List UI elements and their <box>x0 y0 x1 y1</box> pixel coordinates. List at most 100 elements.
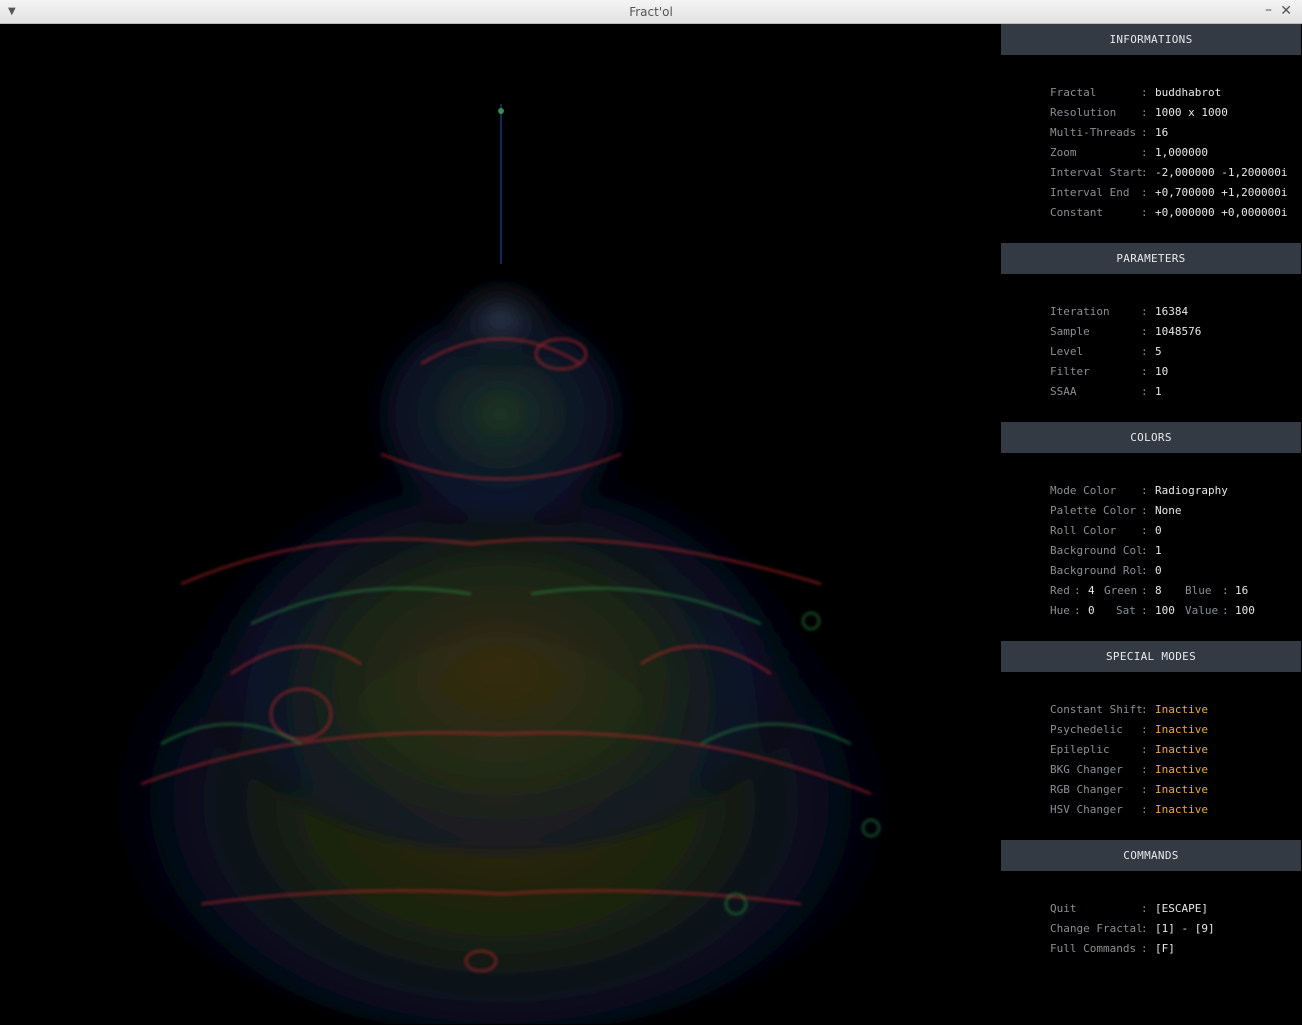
row-label: Fractal <box>1050 86 1097 99</box>
row-separator: : <box>1141 504 1148 517</box>
color-row-background-rol: Background Rol:0 <box>1050 561 1301 581</box>
parameters-list: Iteration:16384 Sample:1048576 Level:5 F… <box>1001 274 1301 422</box>
hue-value: 0 <box>1088 604 1095 617</box>
row-label: Epileplic <box>1050 743 1110 756</box>
row-separator: : <box>1141 584 1148 597</box>
row-label: Resolution <box>1050 106 1117 119</box>
colors-list: Mode Color: Radiography Palette Color: Non… <box>1001 453 1301 641</box>
color-row-background-col: Background Col:1 <box>1050 541 1301 561</box>
command-row-change-fractal: Change Fractal: [1] - [9] <box>1050 919 1301 939</box>
row-value: 16 <box>1155 126 1169 139</box>
close-icon[interactable]: ✕ <box>1280 3 1292 19</box>
row-separator: : <box>1141 86 1148 99</box>
row-separator: : <box>1141 922 1148 935</box>
row-separator: : <box>1141 484 1148 497</box>
fractal-canvas[interactable] <box>1 24 1001 1024</box>
key-value: [1] - [9] <box>1155 922 1215 935</box>
row-value: +0,700000 +1,200000i <box>1155 186 1288 199</box>
window-title: Fract'ol <box>629 5 673 19</box>
row-separator: : <box>1141 743 1148 756</box>
row-value: 0 <box>1155 524 1162 537</box>
row-value: 1 <box>1155 544 1162 557</box>
green-value: 8 <box>1155 584 1162 597</box>
row-value: 1 <box>1155 385 1162 398</box>
row-separator: : <box>1141 942 1148 955</box>
row-value: 0 <box>1155 564 1162 577</box>
row-label: Sample <box>1050 325 1090 338</box>
info-row-fractal: Fractal: buddhabrot <box>1050 83 1301 103</box>
row-label: SSAA <box>1050 385 1077 398</box>
row-label: HSV Changer <box>1050 803 1123 816</box>
buddhabrot-render <box>71 104 931 1024</box>
row-value: +0,000000 +0,000000i <box>1155 206 1288 219</box>
row-separator: : <box>1141 723 1148 736</box>
row-separator: : <box>1141 803 1148 816</box>
window-titlebar: ▼ Fract'ol – ✕ <box>0 0 1302 24</box>
row-value: Radiography <box>1155 484 1228 497</box>
row-label: Iteration <box>1050 305 1110 318</box>
informations-list: Fractal: buddhabrot Resolution:1000 x 100… <box>1001 55 1301 243</box>
param-row-ssaa: SSAA:1 <box>1050 382 1301 402</box>
red-value: 4 <box>1088 584 1095 597</box>
row-label: Full Commands <box>1050 942 1137 955</box>
mode-row-epileplic: Epileplic: Inactive <box>1050 740 1301 760</box>
info-row-zoom: Zoom:1,000000 <box>1050 143 1301 163</box>
minimize-icon[interactable]: – <box>1265 2 1272 18</box>
section-header-special-modes: SPECIAL MODES <box>1001 641 1301 672</box>
param-row-filter: Filter:10 <box>1050 362 1301 382</box>
info-row-resolution: Resolution:1000 x 1000 <box>1050 103 1301 123</box>
key-value: [F] <box>1155 942 1175 955</box>
command-row-quit: Quit: [ESCAPE] <box>1050 899 1301 919</box>
row-separator: : <box>1074 604 1081 617</box>
row-separator: : <box>1141 305 1148 318</box>
row-separator: : <box>1141 146 1148 159</box>
row-label: Quit <box>1050 902 1077 915</box>
sat-label: Sat <box>1116 604 1136 617</box>
mode-row-hsv-changer: HSV Changer: Inactive <box>1050 800 1301 820</box>
row-separator: : <box>1222 584 1229 597</box>
row-separator: : <box>1141 703 1148 716</box>
blue-label: Blue <box>1185 584 1212 597</box>
key-value: [ESCAPE] <box>1155 902 1208 915</box>
row-separator: : <box>1141 325 1148 338</box>
row-label: Interval End <box>1050 186 1130 199</box>
section-header-informations: INFORMATIONS <box>1001 24 1301 55</box>
special-modes-list: Constant Shift: Inactive Psychedelic: Inac… <box>1001 672 1301 840</box>
section-header-commands: COMMANDS <box>1001 840 1301 871</box>
status-value: Inactive <box>1155 703 1208 716</box>
row-label: Interval Start <box>1050 166 1143 179</box>
info-row-interval-end: Interval End: +0,700000 +1,200000i <box>1050 183 1301 203</box>
status-value: Inactive <box>1155 763 1208 776</box>
row-value: 1000 x 1000 <box>1155 106 1228 119</box>
color-row-rgb: Red : 4 Green : 8 Blue : 16 <box>1050 581 1301 601</box>
row-value: -2,000000 -1,200000i <box>1155 166 1288 179</box>
row-value: 16384 <box>1155 305 1189 318</box>
row-separator: : <box>1141 564 1148 577</box>
value-label: Value <box>1185 604 1219 617</box>
row-separator: : <box>1141 385 1148 398</box>
row-label: Psychedelic <box>1050 723 1123 736</box>
row-label: Change Fractal <box>1050 922 1143 935</box>
info-row-constant: Constant: +0,000000 +0,000000i <box>1050 203 1301 223</box>
param-row-level: Level:5 <box>1050 342 1301 362</box>
row-separator: : <box>1141 126 1148 139</box>
row-value: buddhabrot <box>1155 86 1222 99</box>
row-label: Palette Color <box>1050 504 1137 517</box>
status-value: Inactive <box>1155 783 1208 796</box>
row-value: 10 <box>1155 365 1169 378</box>
row-label: Roll Color <box>1050 524 1117 537</box>
row-label: Background Rol <box>1050 564 1143 577</box>
status-value: Inactive <box>1155 723 1208 736</box>
info-row-interval-start: Interval Start: -2,000000 -1,200000i <box>1050 163 1301 183</box>
section-header-parameters: PARAMETERS <box>1001 243 1301 274</box>
row-separator: : <box>1074 584 1081 597</box>
row-label: Multi-Threads <box>1050 126 1137 139</box>
info-row-multi-threads: Multi-Threads:16 <box>1050 123 1301 143</box>
hue-label: Hue <box>1050 604 1070 617</box>
row-separator: : <box>1141 544 1148 557</box>
row-label: Zoom <box>1050 146 1077 159</box>
row-separator: : <box>1141 206 1148 219</box>
mode-row-rgb-changer: RGB Changer: Inactive <box>1050 780 1301 800</box>
color-row-mode: Mode Color: Radiography <box>1050 481 1301 501</box>
color-row-hsv: Hue : 0 Sat : 100 Value : 100 <box>1050 601 1301 621</box>
